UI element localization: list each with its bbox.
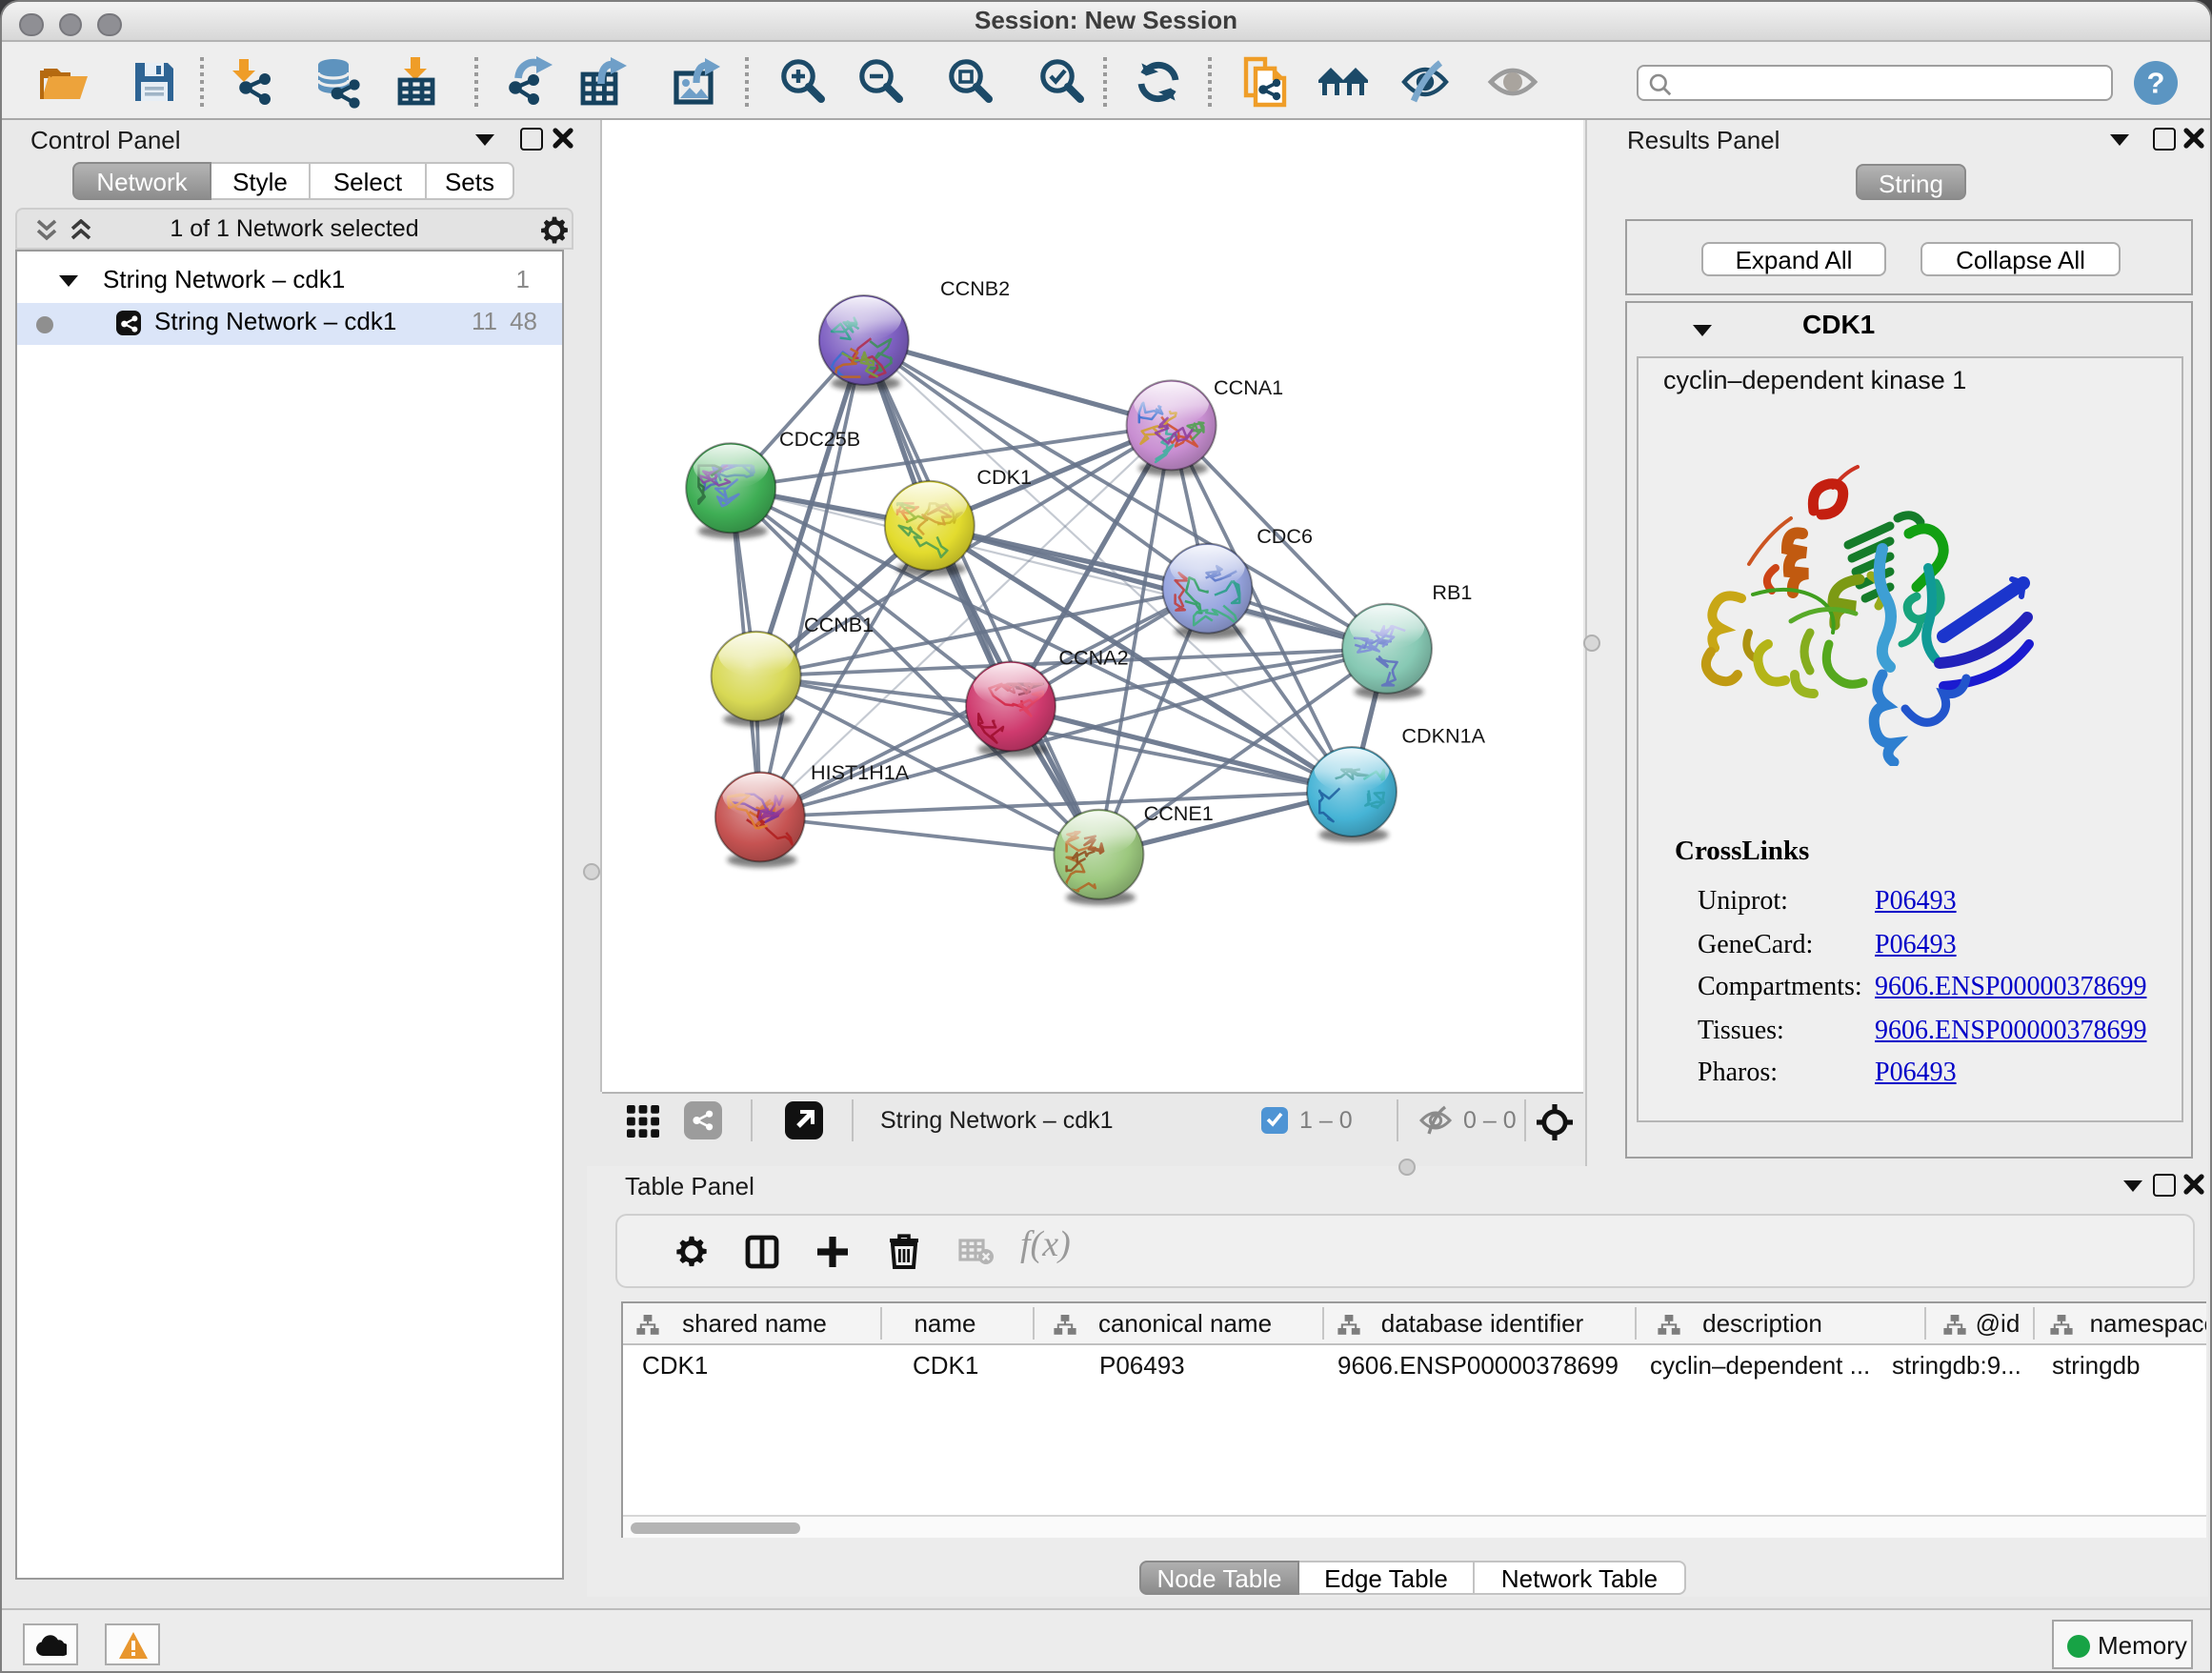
svg-text:CDC25B: CDC25B bbox=[779, 427, 860, 451]
svg-text:CCNE1: CCNE1 bbox=[1144, 801, 1214, 825]
svg-text:RB1: RB1 bbox=[1432, 580, 1472, 604]
svg-text:CCNB1: CCNB1 bbox=[804, 613, 874, 636]
svg-text:CCNA1: CCNA1 bbox=[1214, 375, 1283, 399]
svg-text:CDK1: CDK1 bbox=[976, 465, 1032, 489]
svg-text:CDKN1A: CDKN1A bbox=[1401, 723, 1485, 747]
svg-text:?: ? bbox=[2147, 67, 2165, 100]
svg-text:HIST1H1A: HIST1H1A bbox=[811, 760, 910, 784]
svg-text:CCNA2: CCNA2 bbox=[1058, 646, 1128, 670]
svg-text:CCNB2: CCNB2 bbox=[940, 276, 1010, 300]
svg-text:CDC6: CDC6 bbox=[1257, 524, 1313, 548]
